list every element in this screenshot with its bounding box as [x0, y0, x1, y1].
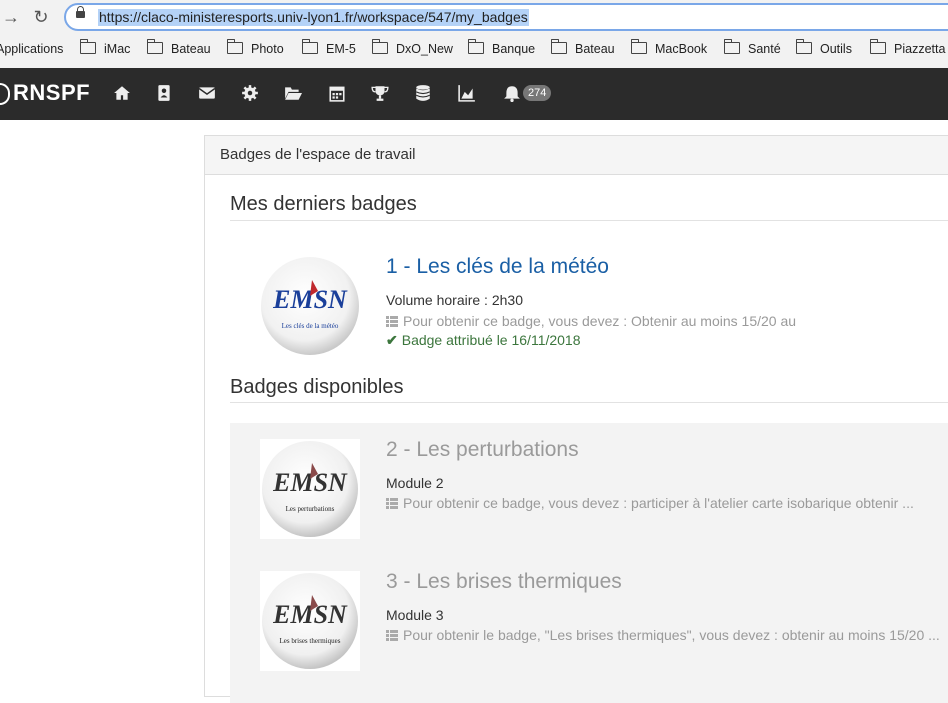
brand-name: RNSPF — [13, 80, 91, 105]
bookmark-photo[interactable]: Photo — [226, 38, 284, 59]
folder-icon — [795, 38, 812, 54]
folder-icon — [467, 38, 484, 54]
folder-icon — [371, 38, 388, 54]
bookmark-banque[interactable]: Banque — [467, 38, 536, 59]
badge-image-3[interactable]: EMSN Les brises thermiques — [260, 571, 360, 671]
bookmark-dxo-new[interactable]: DxO_New — [371, 38, 453, 59]
area-chart-icon[interactable] — [458, 84, 476, 102]
badge-logo-text: EMSN — [272, 600, 348, 629]
bookmark-label: Photo — [251, 42, 284, 56]
contact-card-icon[interactable] — [155, 84, 173, 102]
calendar-icon[interactable] — [328, 84, 346, 102]
list-icon — [386, 630, 398, 641]
recent-badges-heading: Mes derniers badges — [230, 193, 417, 215]
bookmark-em5[interactable]: EM-5 — [301, 38, 356, 59]
bookmark-piazzetta[interactable]: Piazzetta — [869, 38, 946, 59]
bookmark-label: Piazzetta — [894, 42, 946, 56]
notification-count-badge: 274 — [523, 85, 552, 101]
bookmark-label: Banque — [492, 42, 536, 56]
folder-icon — [79, 38, 96, 54]
bell-icon[interactable] — [503, 84, 521, 102]
folder-icon — [146, 38, 163, 54]
badge-title-link[interactable]: 2 - Les perturbations — [386, 438, 579, 462]
home-icon[interactable] — [113, 84, 131, 102]
bookmark-applications[interactable]: Applications — [0, 39, 63, 59]
bookmark-macbook[interactable]: MacBook — [630, 38, 708, 59]
lock-icon — [76, 6, 85, 18]
bookmark-label: Applications — [0, 42, 64, 56]
bookmark-label: Outils — [820, 42, 852, 56]
bookmark-label: EM-5 — [326, 42, 356, 56]
badge-criteria-text: Pour obtenir ce badge, vous devez : part… — [403, 495, 914, 511]
bookmark-outils[interactable]: Outils — [795, 38, 852, 59]
badge-awarded-status: ✔ Badge attribué le 16/11/2018 — [386, 332, 581, 349]
bookmark-sante[interactable]: Santé — [723, 38, 781, 59]
address-bar[interactable]: https://claco-ministeresports.univ-lyon1… — [64, 3, 948, 31]
reload-icon[interactable]: ↻ — [30, 6, 52, 28]
badge-awarded-text: Badge attribué le 16/11/2018 — [401, 332, 581, 348]
badge-title-link[interactable]: 1 - Les clés de la météo — [386, 255, 609, 279]
badge-criteria: Pour obtenir ce badge, vous devez : part… — [386, 495, 914, 511]
folder-icon — [550, 38, 567, 54]
badge-criteria: Pour obtenir le badge, "Les brises therm… — [386, 627, 940, 643]
browser-chrome: → ↻ https://claco-ministeresports.univ-l… — [0, 0, 948, 69]
bookmark-label: DxO_New — [396, 42, 453, 56]
badge-caption: Les brises thermiques — [279, 637, 340, 645]
folder-open-icon[interactable] — [284, 84, 302, 102]
brand-icon — [0, 83, 10, 106]
bookmark-bateau-2[interactable]: Bateau — [550, 38, 615, 59]
bookmarks-bar: Applications iMac Bateau Photo EM-5 DxO_… — [0, 38, 948, 59]
trophy-icon[interactable] — [371, 84, 389, 102]
badge-info: Module 2 — [386, 475, 444, 491]
bookmark-imac[interactable]: iMac — [79, 38, 131, 59]
available-badges-heading: Badges disponibles — [230, 376, 404, 398]
badge-criteria: Pour obtenir ce badge, vous devez : Obte… — [386, 313, 796, 329]
badge-caption: Les perturbations — [286, 505, 335, 513]
folder-icon — [301, 38, 318, 54]
badge-logo-text: EMSN — [272, 468, 348, 497]
panel-title: Badges de l'espace de travail — [220, 146, 416, 163]
bookmark-label: Santé — [748, 42, 781, 56]
badge-criteria-text: Pour obtenir ce badge, vous devez : Obte… — [403, 313, 797, 329]
bookmark-label: MacBook — [655, 42, 708, 56]
bookmark-label: Bateau — [575, 42, 615, 56]
list-icon — [386, 316, 398, 327]
panel-header: Badges de l'espace de travail — [205, 136, 948, 175]
app-navbar: RNSPF 274 — [0, 68, 948, 120]
badge-caption: Les clés de la météo — [282, 322, 339, 330]
badge-image-1[interactable]: EMSN Les clés de la météo — [260, 256, 360, 356]
badge-image-2[interactable]: EMSN Les perturbations — [260, 439, 360, 539]
list-icon — [386, 498, 398, 509]
badge-info: Volume horaire : 2h30 — [386, 292, 523, 308]
forward-arrow-icon[interactable]: → — [0, 6, 22, 28]
badge-title-link[interactable]: 3 - Les brises thermiques — [386, 570, 622, 594]
gear-icon[interactable] — [241, 84, 259, 102]
bookmark-bateau[interactable]: Bateau — [146, 38, 211, 59]
section-divider — [230, 220, 948, 221]
bookmark-label: iMac — [104, 42, 131, 56]
bookmark-label: Bateau — [171, 42, 211, 56]
badges-panel: Badges de l'espace de travail Mes dernie… — [204, 135, 948, 703]
folder-icon — [226, 38, 243, 54]
brand-logo[interactable]: RNSPF — [0, 80, 90, 106]
folder-icon — [869, 38, 886, 54]
folder-icon — [723, 38, 740, 54]
folder-icon — [630, 38, 647, 54]
badge-criteria-text: Pour obtenir le badge, "Les brises therm… — [403, 627, 940, 643]
badge-logo-text: EMSN — [272, 285, 348, 314]
check-icon: ✔ — [386, 332, 398, 348]
database-icon[interactable] — [414, 84, 432, 102]
envelope-icon[interactable] — [198, 84, 216, 102]
badge-info: Module 3 — [386, 607, 444, 623]
url-text[interactable]: https://claco-ministeresports.univ-lyon1… — [98, 9, 529, 26]
section-divider — [230, 402, 948, 403]
